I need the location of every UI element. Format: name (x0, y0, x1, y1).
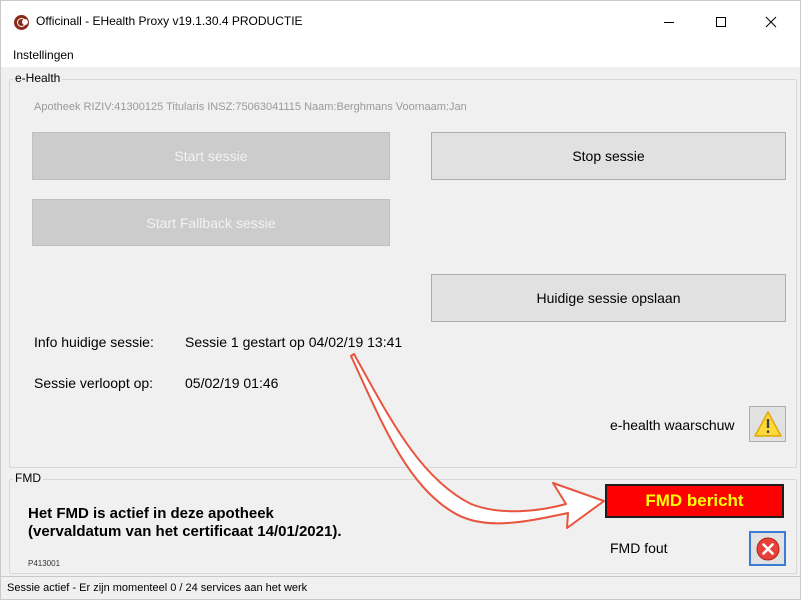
fmd-message-button[interactable]: FMD bericht (605, 484, 784, 518)
menu-instellingen[interactable]: Instellingen (13, 48, 74, 62)
app-window: Officinall - EHealth Proxy v19.1.30.4 PR… (0, 0, 801, 600)
stop-session-button[interactable]: Stop sessie (431, 132, 786, 180)
session-expires-label: Sessie verloopt op: (34, 375, 154, 391)
minimize-button[interactable] (646, 1, 692, 43)
session-info-value: Sessie 1 gestart op 04/02/19 13:41 (185, 334, 403, 350)
error-x-circle-icon (756, 537, 779, 560)
pharmacy-info: Apotheek RIZIV:41300125 Titularis INSZ:7… (34, 101, 467, 113)
minimize-icon (664, 22, 674, 23)
fmd-error-button[interactable] (749, 531, 786, 566)
fmd-code: P413001 (28, 559, 61, 568)
fmd-group-title: FMD (13, 471, 43, 485)
start-fallback-session-button[interactable]: Start Fallback sessie (32, 199, 390, 246)
window-title: Officinall - EHealth Proxy v19.1.30.4 PR… (36, 14, 303, 28)
session-info-label: Info huidige sessie: (34, 334, 154, 350)
maximize-button[interactable] (698, 1, 744, 43)
status-bar: Sessie actief - Er zijn momenteel 0 / 24… (1, 576, 800, 599)
save-session-button[interactable]: Huidige sessie opslaan (431, 274, 786, 322)
fmd-status-line-2: (vervaldatum van het certificaat 14/01/2… (28, 523, 342, 540)
ehealth-group-title: e-Health (13, 71, 63, 85)
ehealth-warning-label: e-health waarschuw (610, 417, 735, 433)
close-button[interactable] (748, 1, 794, 43)
fmd-error-label: FMD fout (610, 540, 668, 556)
status-text: Sessie actief - Er zijn momenteel 0 / 24… (7, 582, 308, 594)
warning-triangle-icon (753, 411, 782, 437)
start-session-button[interactable]: Start sessie (32, 132, 390, 180)
close-icon (765, 16, 777, 28)
ehealth-warning-button[interactable] (749, 406, 786, 442)
maximize-icon (716, 17, 726, 27)
title-bar[interactable]: Officinall - EHealth Proxy v19.1.30.4 PR… (1, 1, 800, 43)
session-expires-value: 05/02/19 01:46 (185, 375, 279, 391)
menu-bar: Instellingen (1, 43, 800, 67)
fmd-status-line-1: Het FMD is actief in deze apotheek (28, 505, 274, 522)
app-icon (14, 15, 29, 30)
